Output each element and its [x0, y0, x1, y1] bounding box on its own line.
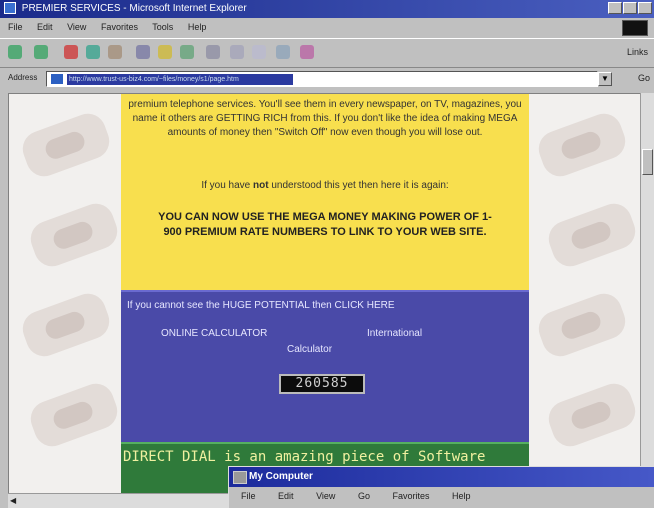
mc-menu-help[interactable]: Help — [452, 491, 471, 501]
address-bar: Address http://www.trust-us-biz4.com/~fi… — [0, 69, 654, 89]
close-button[interactable] — [638, 2, 652, 14]
messenger-icon[interactable] — [300, 45, 314, 59]
address-dropdown-button[interactable]: ▼ — [598, 72, 612, 86]
discuss-icon[interactable] — [276, 45, 290, 59]
vertical-scrollbar[interactable] — [640, 93, 654, 500]
address-label: Address — [8, 73, 38, 82]
back-icon[interactable] — [8, 45, 22, 59]
mc-menu-edit[interactable]: Edit — [278, 491, 294, 501]
mc-menu-favorites[interactable]: Favorites — [392, 491, 429, 501]
window-title: PREMIER SERVICES - Microsoft Internet Ex… — [21, 3, 247, 14]
ie-icon — [4, 2, 16, 15]
menu-favorites[interactable]: Favorites — [101, 22, 138, 32]
history-icon[interactable] — [180, 45, 194, 59]
restate-paragraph: If you have not understood this yet then… — [127, 180, 523, 191]
computer-icon — [233, 471, 247, 484]
background-pattern — [17, 288, 115, 362]
maximize-button[interactable] — [623, 2, 637, 14]
stop-icon[interactable] — [64, 45, 78, 59]
page-icon — [51, 74, 63, 84]
address-url[interactable]: http://www.trust-us-biz4.com/~files/mone… — [67, 74, 293, 85]
window-controls — [608, 2, 652, 14]
intro-paragraph: premium telephone services. You'll see t… — [128, 99, 522, 138]
windows-logo-icon — [622, 20, 648, 36]
online-calculator-link[interactable]: ONLINE CALCULATOR — [161, 328, 267, 339]
click-here-link[interactable]: If you cannot see the HUGE POTENTIAL the… — [127, 300, 527, 311]
minimize-button[interactable] — [608, 2, 622, 14]
background-pattern — [543, 198, 640, 272]
refresh-icon[interactable] — [86, 45, 100, 59]
restate-text-start: If you have — [201, 180, 254, 191]
background-pattern — [25, 198, 123, 272]
links-label[interactable]: Links — [627, 47, 648, 57]
menu-help[interactable]: Help — [188, 22, 207, 32]
international-link[interactable]: International — [367, 328, 422, 339]
title-bar: PREMIER SERVICES - Microsoft Internet Ex… — [0, 0, 654, 18]
page-content: premium telephone services. You'll see t… — [121, 94, 529, 500]
background-pattern — [17, 108, 115, 182]
print-icon[interactable] — [230, 45, 244, 59]
my-computer-menu: File Edit View Go Favorites Help — [229, 487, 654, 505]
my-computer-title: My Computer — [249, 471, 313, 482]
background-pattern — [25, 378, 123, 452]
headline: YOU CAN NOW USE THE MEGA MONEY MAKING PO… — [158, 211, 492, 238]
address-field[interactable]: http://www.trust-us-biz4.com/~files/mone… — [46, 71, 598, 87]
search-icon[interactable] — [136, 45, 150, 59]
calculator-link[interactable]: Calculator — [287, 344, 332, 355]
menu-tools[interactable]: Tools — [152, 22, 173, 32]
go-button[interactable]: Go — [638, 73, 650, 83]
toolbar: Links — [0, 38, 654, 68]
scroll-thumb[interactable] — [642, 149, 653, 175]
page-viewport: premium telephone services. You'll see t… — [8, 93, 640, 500]
mc-menu-go[interactable]: Go — [358, 491, 370, 501]
scroll-left-arrow-icon[interactable]: ◀ — [10, 496, 20, 506]
yellow-section: premium telephone services. You'll see t… — [121, 94, 529, 290]
hit-counter: 260585 — [279, 374, 365, 394]
mc-menu-view[interactable]: View — [316, 491, 335, 501]
mc-menu-file[interactable]: File — [241, 491, 256, 501]
restate-bold: not — [253, 180, 269, 191]
my-computer-title-bar[interactable]: My Computer — [229, 467, 654, 487]
blue-section: If you cannot see the HUGE POTENTIAL the… — [121, 290, 529, 442]
menu-file[interactable]: File — [8, 22, 23, 32]
menu-bar: File Edit View Favorites Tools Help — [0, 18, 654, 36]
menu-edit[interactable]: Edit — [37, 22, 53, 32]
favorites-icon[interactable] — [158, 45, 172, 59]
background-pattern — [533, 288, 631, 362]
background-pattern — [533, 108, 631, 182]
restate-text-end: understood this yet then here it is agai… — [268, 180, 449, 191]
home-icon[interactable] — [108, 45, 122, 59]
my-computer-window: My Computer File Edit View Go Favorites … — [228, 466, 654, 508]
mail-icon[interactable] — [206, 45, 220, 59]
edit-icon[interactable] — [252, 45, 266, 59]
forward-icon[interactable] — [34, 45, 48, 59]
menu-view[interactable]: View — [67, 22, 86, 32]
background-pattern — [543, 378, 640, 452]
